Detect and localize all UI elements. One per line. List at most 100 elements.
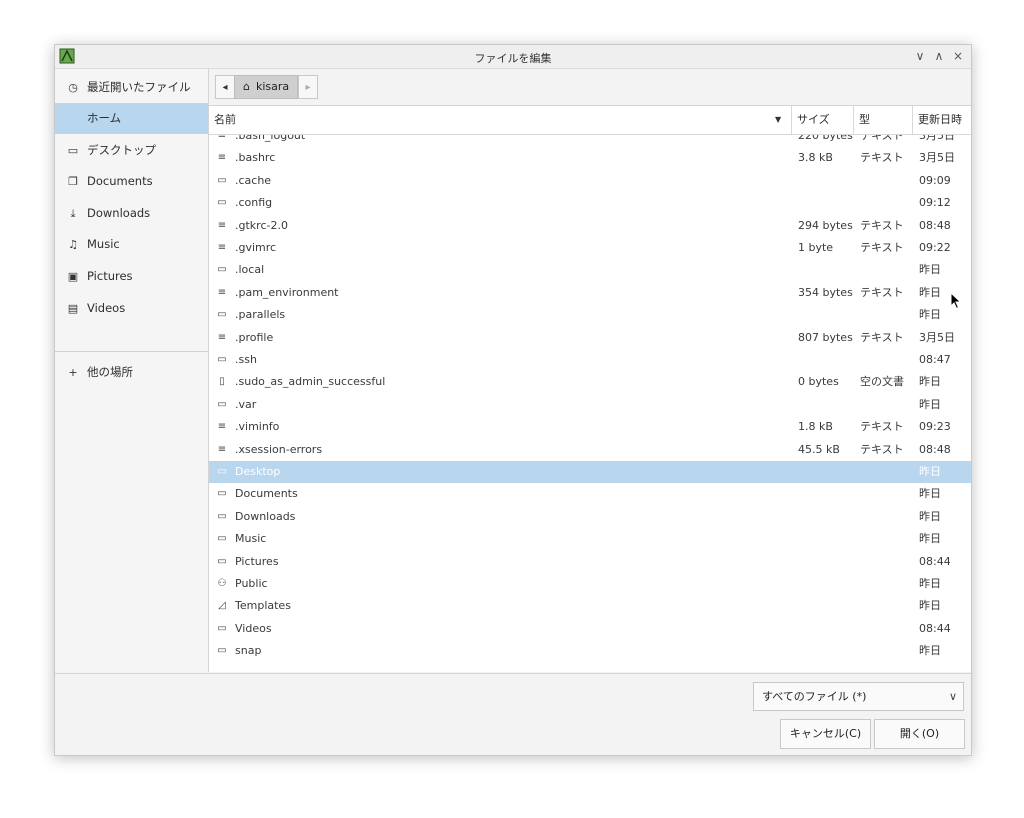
file-rows: ≡ .bash_logout 220 bytes テキスト 3月5日 ≡ .bashrc 3.…	[209, 135, 971, 672]
file-row[interactable]: ≡ .viminfo 1.8 kB テキスト 09:23	[209, 416, 971, 438]
file-row[interactable]: ▭ .cache 09:09	[209, 170, 971, 192]
file-size: 0 bytes	[798, 375, 839, 389]
file-row[interactable]: ▭ Documents 昨日	[209, 483, 971, 505]
file-name: Music	[235, 532, 267, 546]
sidebar-item-label: Downloads	[87, 206, 151, 220]
filter-label: すべてのファイル (*)	[762, 690, 867, 703]
file-modified: 3月5日	[919, 151, 955, 165]
file-name: .bash_logout	[235, 135, 306, 142]
cancel-button[interactable]: キャンセル(C)	[780, 719, 871, 749]
column-header: 名前 ▼ サイズ 型 更新日時	[209, 106, 971, 135]
file-row[interactable]: ◿ Templates 昨日	[209, 595, 971, 617]
file-name: .cache	[235, 173, 272, 187]
sidebar-item-videos[interactable]: ▤ Videos	[55, 293, 208, 324]
maximize-button[interactable]: ∧	[931, 48, 947, 64]
folder-icon: ▭	[217, 533, 227, 545]
column-size[interactable]: サイズ	[791, 106, 853, 134]
file-modified: 09:23	[919, 420, 951, 434]
sidebar-item-label: ホーム	[87, 111, 122, 125]
file-row[interactable]: ▭ snap 昨日	[209, 640, 971, 662]
column-modified[interactable]: 更新日時	[912, 106, 971, 134]
file-row[interactable]: ▭ Music 昨日	[209, 528, 971, 550]
text-file-icon: ≡	[217, 421, 227, 433]
file-row[interactable]: ▭ .ssh 08:47	[209, 349, 971, 371]
path-back-button[interactable]: ◂	[215, 75, 235, 99]
file-row[interactable]: ⚇ Public 昨日	[209, 573, 971, 595]
close-button[interactable]: ×	[950, 48, 966, 64]
file-type-filter[interactable]: すべてのファイル (*) ∨	[753, 682, 964, 711]
sidebar-item-documents[interactable]: ❐ Documents	[55, 166, 208, 197]
file-name: .ssh	[235, 353, 257, 366]
sidebar-item-label: 最近開いたファイル	[87, 80, 191, 94]
folder-icon: ▭	[217, 488, 227, 500]
download-icon: ⤓	[70, 207, 76, 220]
file-row[interactable]: ▭ .local 昨日	[209, 259, 971, 281]
file-type: テキスト	[860, 135, 904, 142]
sidebar-item-label: Videos	[87, 301, 126, 315]
file-modified: 昨日	[919, 375, 941, 389]
file-row[interactable]: ≡ .bash_logout 220 bytes テキスト 3月5日	[209, 135, 971, 147]
file-name: snap	[235, 644, 262, 658]
file-row[interactable]: ▭ .parallels 昨日	[209, 304, 971, 326]
column-name[interactable]: 名前	[209, 106, 791, 134]
home-icon: ⌂	[243, 80, 250, 93]
sidebar-item-downloads[interactable]: ⤓ Downloads	[55, 198, 208, 229]
file-row[interactable]: ≡ .xsession-errors 45.5 kB テキスト 08:48	[209, 439, 971, 461]
file-row[interactable]: ≡ .gtkrc-2.0 294 bytes テキスト 08:48	[209, 215, 971, 237]
sidebar-item-other-locations[interactable]: + 他の場所	[55, 357, 208, 388]
sidebar-item-label: Pictures	[87, 269, 133, 283]
path-forward-button[interactable]: ▸	[298, 75, 318, 99]
text-file-icon: ≡	[217, 242, 227, 253]
sidebar-item-pictures[interactable]: ▣ Pictures	[55, 261, 208, 292]
file-name: .local	[235, 263, 265, 277]
sidebar-item-recent[interactable]: ◷ 最近開いたファイル	[55, 72, 208, 103]
file-name: Public	[235, 577, 268, 590]
file-size: 45.5 kB	[798, 442, 840, 456]
text-file-icon: ≡	[217, 152, 227, 164]
file-type: テキスト	[860, 420, 904, 434]
file-modified: 昨日	[919, 397, 941, 411]
file-name: .pam_environment	[235, 285, 339, 299]
folder-icon: ▭	[217, 309, 227, 321]
file-name: .viminfo	[235, 420, 280, 434]
file-row[interactable]: ▭ .var 昨日	[209, 394, 971, 416]
file-name: .xsession-errors	[235, 442, 323, 456]
breadcrumb-home[interactable]: ⌂ kisara	[234, 75, 298, 99]
file-size: 294 bytes	[798, 218, 853, 232]
window-title: ファイルを編集	[474, 52, 552, 65]
file-row[interactable]: ▭ Videos 08:44	[209, 618, 971, 640]
folder-icon: ▭	[217, 264, 227, 276]
open-button[interactable]: 開く(O)	[874, 719, 965, 749]
chevron-right-icon: ▸	[305, 82, 311, 93]
file-modified: 08:48	[919, 218, 951, 232]
column-type[interactable]: 型	[853, 106, 912, 134]
public-share-icon: ⚇	[217, 578, 227, 589]
file-row[interactable]: ▭ Downloads 昨日	[209, 506, 971, 528]
file-type: テキスト	[860, 442, 904, 456]
file-row[interactable]: ▭ Desktop 昨日	[209, 461, 971, 483]
plus-icon: +	[68, 366, 78, 379]
sidebar-item-desktop[interactable]: ▭ デスクトップ	[55, 135, 208, 166]
minimize-button[interactable]: ∨	[912, 48, 928, 64]
text-file-icon: ≡	[217, 219, 227, 231]
file-row[interactable]: ≡ .bashrc 3.8 kB テキスト 3月5日	[209, 147, 971, 169]
folder-icon: ▭	[217, 354, 227, 365]
sidebar-item-label: 他の場所	[87, 365, 133, 379]
file-type: テキスト	[860, 330, 904, 344]
file-name: Templates	[235, 599, 291, 613]
text-file-icon: ≡	[217, 286, 227, 298]
file-list: 名前 ▼ サイズ 型 更新日時 ≡ .bash_logout 220 bytes テキ…	[209, 106, 971, 672]
file-row[interactable]: ≡ .pam_environment 354 bytes テキスト 昨日	[209, 282, 971, 304]
file-row[interactable]: ▭ Pictures 08:44	[209, 551, 971, 573]
file-type: 空の文書	[860, 375, 904, 389]
file-row[interactable]: ▭ .config 09:12	[209, 192, 971, 214]
file-row[interactable]: ▯ .sudo_as_admin_successful 0 bytes 空の文書 昨日	[209, 371, 971, 393]
file-modified: 昨日	[919, 263, 941, 277]
file-modified: 09:09	[919, 173, 951, 187]
mouse-pointer-icon	[950, 292, 962, 310]
sidebar-item-music[interactable]: ♫ Music	[55, 229, 208, 260]
path-bar: ◂ ⌂ kisara ▸	[209, 69, 971, 106]
file-row[interactable]: ≡ .profile 807 bytes テキスト 3月5日	[209, 327, 971, 349]
file-row[interactable]: ≡ .gvimrc 1 byte テキスト 09:22	[209, 237, 971, 259]
sidebar-item-home[interactable]: ホーム	[55, 103, 208, 134]
